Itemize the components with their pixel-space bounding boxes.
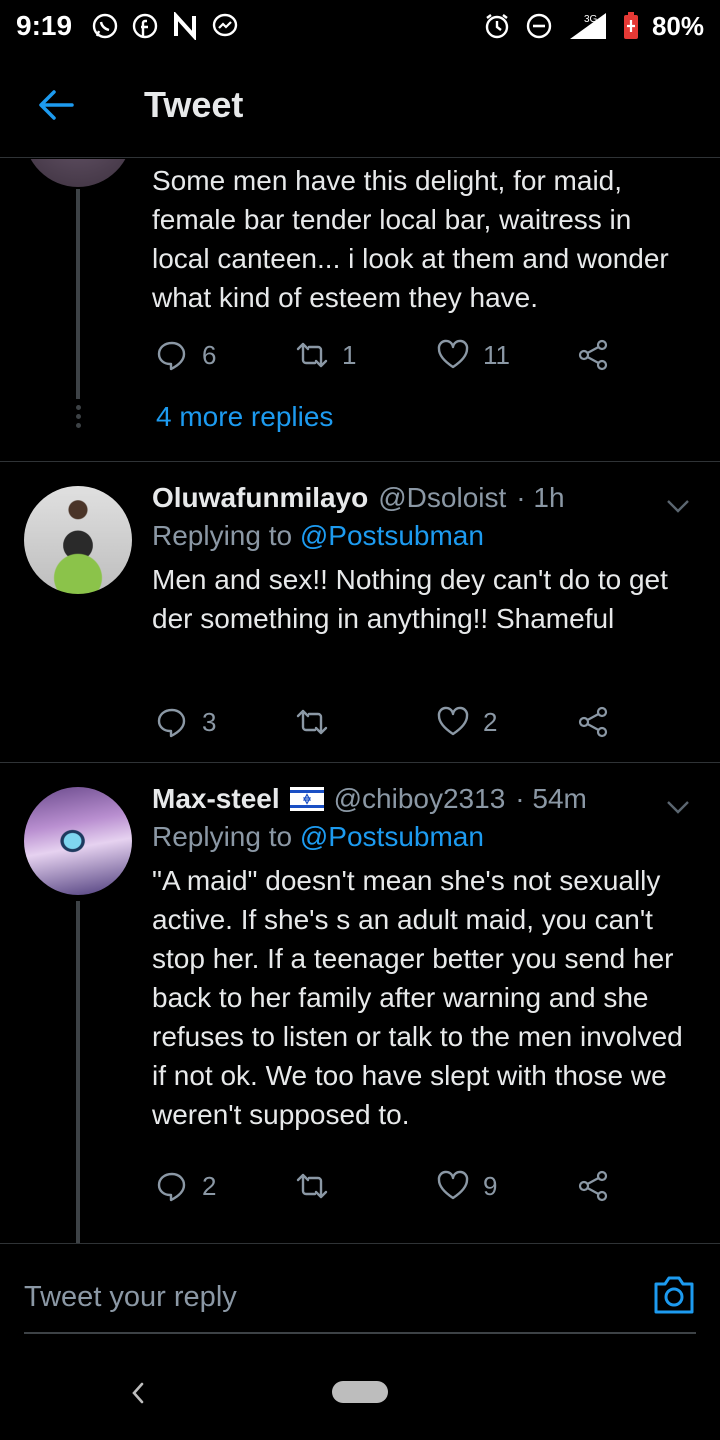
- retweet-icon: [296, 342, 328, 368]
- replying-to: Replying to @Postsubman: [152, 520, 484, 551]
- tweet-header: Oluwafunmilayo @Dsoloist · 1h: [152, 482, 692, 514]
- top-app-bar: Tweet: [0, 52, 720, 158]
- retweet-count: 1: [342, 339, 357, 370]
- camera-icon: [654, 1276, 694, 1314]
- chevron-down-icon[interactable]: [664, 492, 692, 520]
- back-button[interactable]: [28, 77, 84, 133]
- replying-to: Replying to @Postsubman: [152, 821, 484, 852]
- retweet-button[interactable]: [296, 1170, 342, 1202]
- tweet-text: Some men have this delight, for maid, fe…: [152, 165, 669, 313]
- tweet-header: Max-steel @chiboy2313 · 54m: [152, 783, 692, 815]
- display-name[interactable]: Oluwafunmilayo: [152, 482, 368, 514]
- like-button[interactable]: 11: [437, 339, 510, 371]
- tweet[interactable]: Some men have this delight, for maid, fe…: [0, 159, 720, 461]
- camera-button[interactable]: [652, 1274, 696, 1316]
- share-button[interactable]: [577, 1170, 609, 1202]
- heart-icon: [437, 1170, 469, 1200]
- divider: [0, 1243, 720, 1244]
- news-n-icon: [170, 11, 200, 41]
- retweet-button[interactable]: 1: [296, 339, 356, 371]
- more-replies-link[interactable]: 4 more replies: [156, 401, 333, 433]
- arrow-left-icon: [39, 89, 74, 120]
- thread-line: [76, 189, 80, 399]
- status-time: 9:19: [16, 10, 73, 41]
- facebook-icon: [130, 11, 160, 41]
- reply-icon: [157, 1172, 186, 1202]
- tweet[interactable]: Oluwafunmilayo @Dsoloist · 1h Replying t…: [0, 462, 720, 762]
- israel-flag-icon: [289, 787, 324, 811]
- like-button[interactable]: 2: [437, 706, 497, 738]
- tweet-text: "A maid" doesn't mean she's not sexually…: [152, 865, 683, 1130]
- reply-button[interactable]: 3: [156, 706, 216, 738]
- share-icon: [578, 706, 608, 738]
- system-nav-bar: [0, 1350, 720, 1440]
- share-icon: [578, 1170, 608, 1202]
- nav-home-pill[interactable]: [332, 1381, 388, 1403]
- reply-icon: [157, 341, 186, 371]
- thread-dots: [73, 405, 83, 432]
- like-count: 2: [483, 706, 498, 737]
- reply-thread[interactable]: Some men have this delight, for maid, fe…: [0, 159, 720, 1243]
- retweet-icon: [296, 709, 328, 735]
- battery-percent: 80%: [651, 10, 704, 41]
- like-count: 11: [483, 339, 510, 370]
- do-not-disturb-icon: [524, 11, 554, 41]
- messenger-icon: [210, 11, 240, 41]
- network-type: 3G: [584, 14, 598, 25]
- user-handle[interactable]: @Dsoloist: [378, 482, 506, 514]
- user-handle[interactable]: @chiboy2313: [334, 783, 506, 815]
- heart-icon: [437, 706, 469, 736]
- retweet-button[interactable]: [296, 706, 342, 738]
- battery-icon: [622, 11, 640, 41]
- reply-count: 2: [202, 1170, 217, 1201]
- reply-count: 6: [202, 339, 217, 370]
- heart-icon: [437, 339, 469, 369]
- reply-count: 3: [202, 706, 217, 737]
- share-icon: [578, 339, 608, 371]
- mention-link[interactable]: @Postsubman: [300, 821, 484, 852]
- like-button[interactable]: 9: [437, 1170, 497, 1202]
- share-button[interactable]: [577, 706, 609, 738]
- tweet-text: Men and sex!! Nothing dey can't do to ge…: [152, 564, 668, 634]
- mention-link[interactable]: @Postsubman: [300, 520, 484, 551]
- retweet-icon: [296, 1173, 328, 1199]
- whatsapp-icon: [90, 11, 120, 41]
- page-title: Tweet: [144, 83, 244, 125]
- tweet-time: · 1h: [516, 482, 565, 513]
- avatar[interactable]: [24, 159, 132, 187]
- thread-line: [76, 901, 80, 1243]
- chevron-down-icon[interactable]: [664, 793, 692, 821]
- reply-button[interactable]: 6: [156, 339, 216, 371]
- notification-icons: [90, 11, 240, 41]
- status-bar: 9:19 3G 80%: [0, 0, 720, 52]
- nav-back-icon[interactable]: [124, 1378, 154, 1408]
- signal-icon: 3G: [566, 11, 610, 41]
- share-button[interactable]: [577, 339, 609, 371]
- display-name[interactable]: Max-steel: [152, 783, 280, 815]
- like-count: 9: [483, 1170, 498, 1201]
- tweet-actions: 2 9: [152, 1166, 622, 1206]
- reply-composer: [24, 1262, 696, 1334]
- reply-input[interactable]: [24, 1280, 604, 1314]
- alarm-icon: [482, 11, 512, 41]
- system-icons: 3G 80%: [482, 11, 704, 42]
- avatar[interactable]: [24, 486, 132, 594]
- avatar[interactable]: [24, 787, 132, 895]
- reply-icon: [157, 708, 186, 738]
- tweet-time: · 54m: [515, 783, 587, 814]
- reply-button[interactable]: 2: [156, 1170, 216, 1202]
